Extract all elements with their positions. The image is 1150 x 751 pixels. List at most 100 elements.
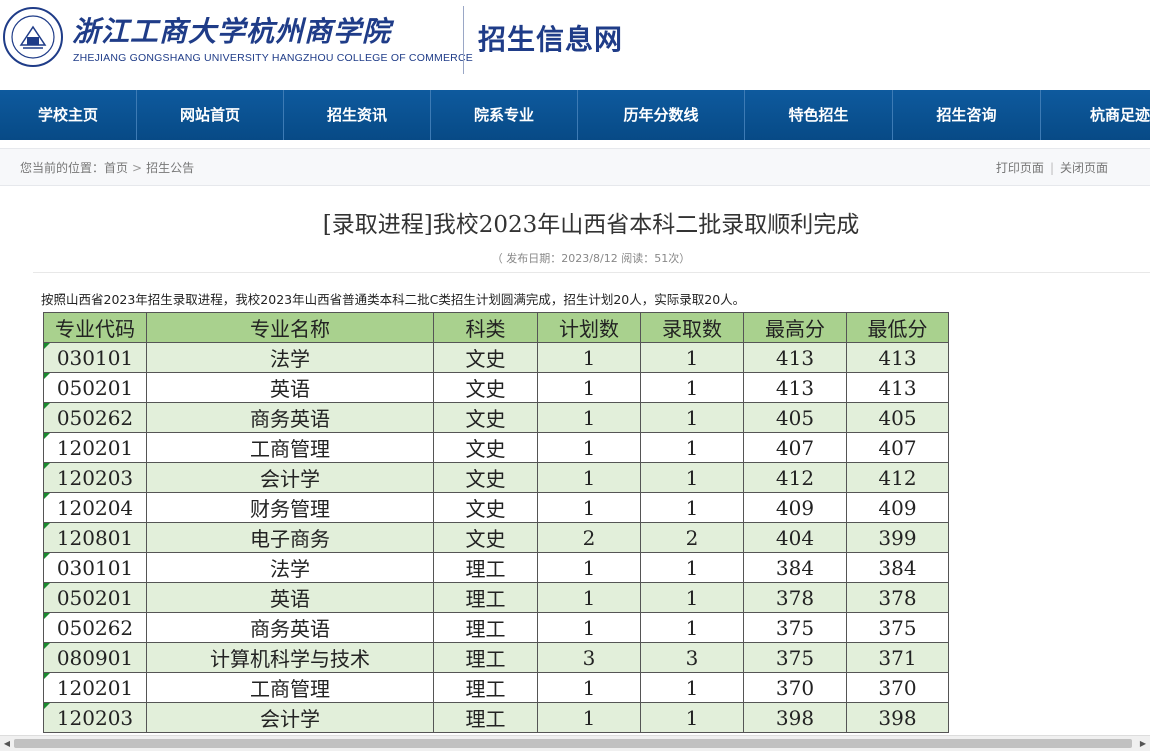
cell-major-code: 120204	[43, 492, 147, 523]
site-name[interactable]: 招生信息网	[478, 18, 623, 58]
header-lowest-score: 最低分	[846, 312, 949, 343]
header-plan-count: 计划数	[537, 312, 641, 343]
cell-admitted-count: 1	[640, 462, 744, 493]
scrollbar-thumb[interactable]	[14, 739, 1132, 748]
table-row: 050201 英语 文史 1 1 413 413	[43, 372, 949, 403]
cell-highest-score: 407	[743, 432, 847, 463]
cell-highest-score: 375	[743, 612, 847, 643]
nav-item-admission-news[interactable]: 招生资讯	[284, 90, 431, 140]
breadcrumb-current-link[interactable]: 招生公告	[146, 161, 194, 175]
cell-category: 理工	[433, 642, 538, 673]
cell-major-name: 会计学	[146, 462, 434, 493]
article-title: [录取进程]我校2023年山西省本科二批录取顺利完成	[322, 212, 860, 238]
nav-item-departments[interactable]: 院系专业	[431, 90, 578, 140]
cell-lowest-score: 370	[846, 672, 949, 703]
cell-category: 文史	[433, 432, 538, 463]
header-major-name: 专业名称	[146, 312, 434, 343]
cell-admitted-count: 1	[640, 372, 744, 403]
cell-admitted-count: 1	[640, 672, 744, 703]
university-seal-icon[interactable]	[3, 7, 63, 67]
header-category: 科类	[433, 312, 538, 343]
print-page-link[interactable]: 打印页面	[996, 161, 1044, 175]
close-page-link[interactable]: 关闭页面	[1060, 161, 1108, 175]
scroll-left-arrow-icon[interactable]: ◀	[0, 736, 14, 751]
cell-plan-count: 1	[537, 372, 641, 403]
article-divider	[33, 272, 1150, 273]
breadcrumb: 您当前的位置：首页 > 招生公告	[20, 159, 194, 176]
cell-category: 文史	[433, 342, 538, 373]
cell-category: 文史	[433, 462, 538, 493]
cell-lowest-score: 371	[846, 642, 949, 673]
page-tools: 打印页面 | 关闭页面	[996, 159, 1108, 176]
cell-category: 理工	[433, 552, 538, 583]
nav-item-consultation[interactable]: 招生咨询	[893, 90, 1041, 140]
cell-lowest-score: 412	[846, 462, 949, 493]
site-header: 浙江工商大学杭州商学院 ZHEJIANG GONGSHANG UNIVERSIT…	[0, 0, 1150, 90]
article-intro: 按照山西省2023年招生录取进程，我校2023年山西省普通类本科二批C类招生计划…	[41, 292, 746, 307]
cell-plan-count: 1	[537, 582, 641, 613]
cell-lowest-score: 405	[846, 402, 949, 433]
cell-admitted-count: 1	[640, 552, 744, 583]
cell-plan-count: 1	[537, 432, 641, 463]
article-meta: （ 发布日期：2023/8/12 阅读：51次）	[491, 252, 691, 265]
main-nav: 学校主页 网站首页 招生资讯 院系专业 历年分数线 特色招生 招生咨询 杭商足迹	[0, 90, 1150, 140]
cell-highest-score: 412	[743, 462, 847, 493]
cell-category: 理工	[433, 672, 538, 703]
cell-major-name: 法学	[146, 552, 434, 583]
cell-lowest-score: 398	[846, 702, 949, 733]
cell-major-name: 商务英语	[146, 402, 434, 433]
cell-lowest-score: 413	[846, 372, 949, 403]
cell-major-code: 120201	[43, 432, 147, 463]
cell-lowest-score: 375	[846, 612, 949, 643]
cell-plan-count: 1	[537, 552, 641, 583]
nav-item-footprints[interactable]: 杭商足迹	[1041, 90, 1150, 140]
cell-lowest-score: 378	[846, 582, 949, 613]
cell-lowest-score: 413	[846, 342, 949, 373]
cell-lowest-score: 409	[846, 492, 949, 523]
table-row: 120203 会计学 文史 1 1 412 412	[43, 462, 949, 493]
nav-item-score-lines[interactable]: 历年分数线	[578, 90, 745, 140]
horizontal-scrollbar[interactable]: ◀ ▶	[0, 735, 1150, 751]
cell-major-code: 120203	[43, 462, 147, 493]
nav-item-special-admission[interactable]: 特色招生	[745, 90, 893, 140]
cell-major-name: 商务英语	[146, 612, 434, 643]
cell-major-code: 050262	[43, 402, 147, 433]
cell-highest-score: 404	[743, 522, 847, 553]
table-row: 120201 工商管理 文史 1 1 407 407	[43, 432, 949, 463]
cell-plan-count: 1	[537, 612, 641, 643]
cell-lowest-score: 399	[846, 522, 949, 553]
breadcrumb-home-link[interactable]: 首页	[104, 161, 128, 175]
cell-major-name: 工商管理	[146, 432, 434, 463]
cell-admitted-count: 1	[640, 432, 744, 463]
breadcrumb-separator: >	[132, 161, 143, 175]
table-row: 120201 工商管理 理工 1 1 370 370	[43, 672, 949, 703]
header-highest-score: 最高分	[743, 312, 847, 343]
logo-english-name: ZHEJIANG GONGSHANG UNIVERSITY HANGZHOU C…	[73, 52, 473, 64]
cell-highest-score: 378	[743, 582, 847, 613]
cell-plan-count: 2	[537, 522, 641, 553]
table-row: 050201 英语 理工 1 1 378 378	[43, 582, 949, 613]
cell-category: 理工	[433, 582, 538, 613]
header-major-code: 专业代码	[43, 312, 147, 343]
nav-item-site-home[interactable]: 网站首页	[137, 90, 284, 140]
cell-highest-score: 375	[743, 642, 847, 673]
header-admitted-count: 录取数	[640, 312, 744, 343]
cell-lowest-score: 407	[846, 432, 949, 463]
table-row: 120801 电子商务 文史 2 2 404 399	[43, 522, 949, 553]
table-row: 030101 法学 文史 1 1 413 413	[43, 342, 949, 373]
cell-major-name: 法学	[146, 342, 434, 373]
cell-plan-count: 1	[537, 702, 641, 733]
cell-major-name: 电子商务	[146, 522, 434, 553]
table-row: 050262 商务英语 理工 1 1 375 375	[43, 612, 949, 643]
nav-item-school-home[interactable]: 学校主页	[0, 90, 137, 140]
cell-major-code: 120201	[43, 672, 147, 703]
cell-admitted-count: 2	[640, 522, 744, 553]
cell-major-code: 030101	[43, 552, 147, 583]
cell-category: 理工	[433, 702, 538, 733]
table-header-row: 专业代码 专业名称 科类 计划数 录取数 最高分 最低分	[43, 312, 949, 343]
cell-highest-score: 413	[743, 372, 847, 403]
scroll-right-arrow-icon[interactable]: ▶	[1136, 736, 1150, 751]
tools-divider: |	[1049, 161, 1054, 175]
cell-major-code: 120203	[43, 702, 147, 733]
cell-highest-score: 384	[743, 552, 847, 583]
